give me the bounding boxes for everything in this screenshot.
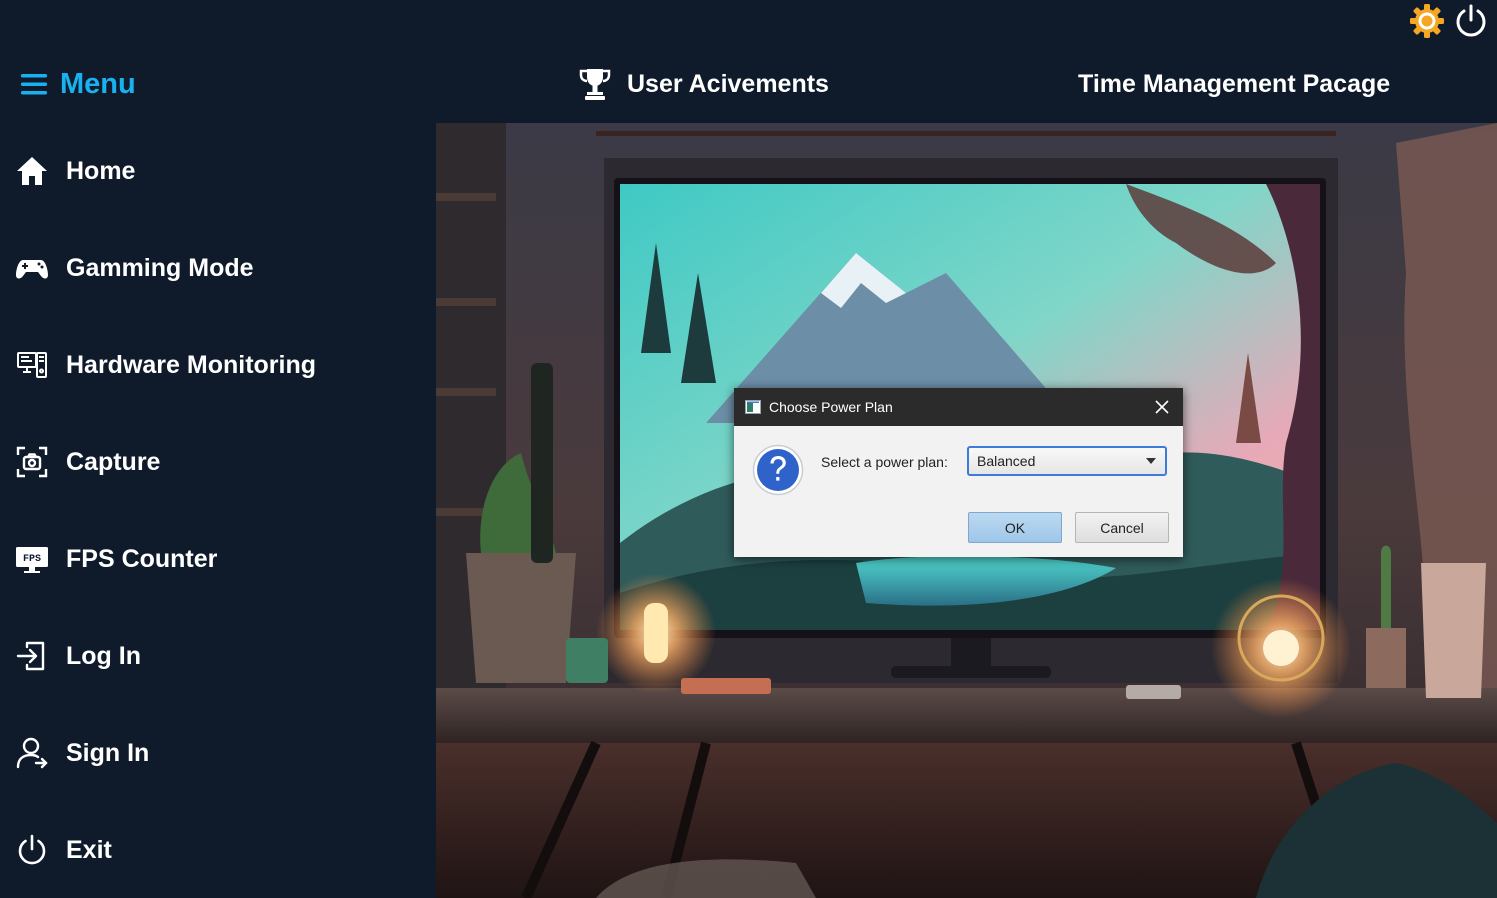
sidebar-item-label: Capture — [66, 447, 161, 476]
sidebar-item-label: Gamming Mode — [66, 253, 254, 282]
power-icon — [1456, 4, 1486, 37]
menu-label: Menu — [60, 67, 136, 100]
svg-text:FPS: FPS — [23, 554, 41, 565]
cancel-button[interactable]: Cancel — [1075, 512, 1169, 543]
chevron-down-icon — [1146, 458, 1156, 464]
hamburger-icon — [21, 74, 47, 95]
sidebar-item-exit[interactable]: Exit — [14, 828, 112, 872]
fps-monitor-icon: FPS — [14, 541, 50, 577]
sidebar-item-sign-in[interactable]: Sign In — [14, 731, 149, 775]
settings-button[interactable] — [1409, 3, 1445, 39]
home-icon — [14, 153, 50, 189]
sidebar-item-log-in[interactable]: Log In — [14, 634, 141, 678]
power-button[interactable] — [1453, 3, 1489, 39]
login-icon — [14, 638, 50, 674]
sidebar: Home Gamming Mode Hardware Monitoring Ca… — [0, 123, 436, 898]
sidebar-item-home[interactable]: Home — [14, 149, 135, 193]
sidebar-item-gaming-mode[interactable]: Gamming Mode — [14, 246, 254, 290]
sidebar-item-hardware-monitoring[interactable]: Hardware Monitoring — [14, 343, 316, 387]
camera-capture-icon — [14, 444, 50, 480]
power-plan-selected-value: Balanced — [977, 453, 1036, 469]
sidebar-item-label: Exit — [66, 835, 112, 864]
nav-user-achievements[interactable]: User Acivements — [579, 64, 829, 104]
dialog-close-button[interactable] — [1151, 396, 1173, 418]
sidebar-item-label: Sign In — [66, 738, 150, 767]
sidebar-item-label: FPS Counter — [66, 544, 218, 573]
nav-time-label: Time Management Pacage — [1078, 69, 1391, 98]
sidebar-item-label: Hardware Monitoring — [66, 350, 317, 379]
user-icon — [14, 735, 50, 771]
power-plan-prompt: Select a power plan: — [821, 454, 948, 470]
sidebar-item-label: Log In — [66, 641, 141, 670]
window-app-icon — [745, 400, 761, 414]
gamepad-icon — [14, 250, 50, 286]
sidebar-item-fps-counter[interactable]: FPS FPS Counter — [14, 537, 217, 581]
power-plan-select[interactable]: Balanced — [967, 446, 1167, 476]
menu-button[interactable]: Menu — [20, 64, 136, 104]
power-icon — [14, 832, 50, 868]
nav-time-management[interactable]: Time Management Pacage — [1078, 64, 1390, 104]
top-bar: Menu User Acivements Time Management Pac… — [0, 0, 1497, 123]
question-icon — [752, 444, 804, 496]
app-window: Menu User Acivements Time Management Pac… — [0, 0, 1497, 898]
dialog-titlebar[interactable]: Choose Power Plan — [734, 388, 1183, 426]
gear-icon — [1410, 4, 1444, 38]
close-icon — [1155, 400, 1169, 414]
ok-button[interactable]: OK — [968, 512, 1062, 543]
dialog-title: Choose Power Plan — [769, 399, 893, 415]
nav-achievements-label: User Acivements — [627, 69, 829, 98]
trophy-icon — [579, 69, 611, 100]
sidebar-item-label: Home — [66, 156, 136, 185]
hardware-icon — [14, 347, 50, 383]
power-plan-dialog: Choose Power Plan Select a power plan: B… — [734, 388, 1183, 557]
sidebar-item-capture[interactable]: Capture — [14, 440, 160, 484]
